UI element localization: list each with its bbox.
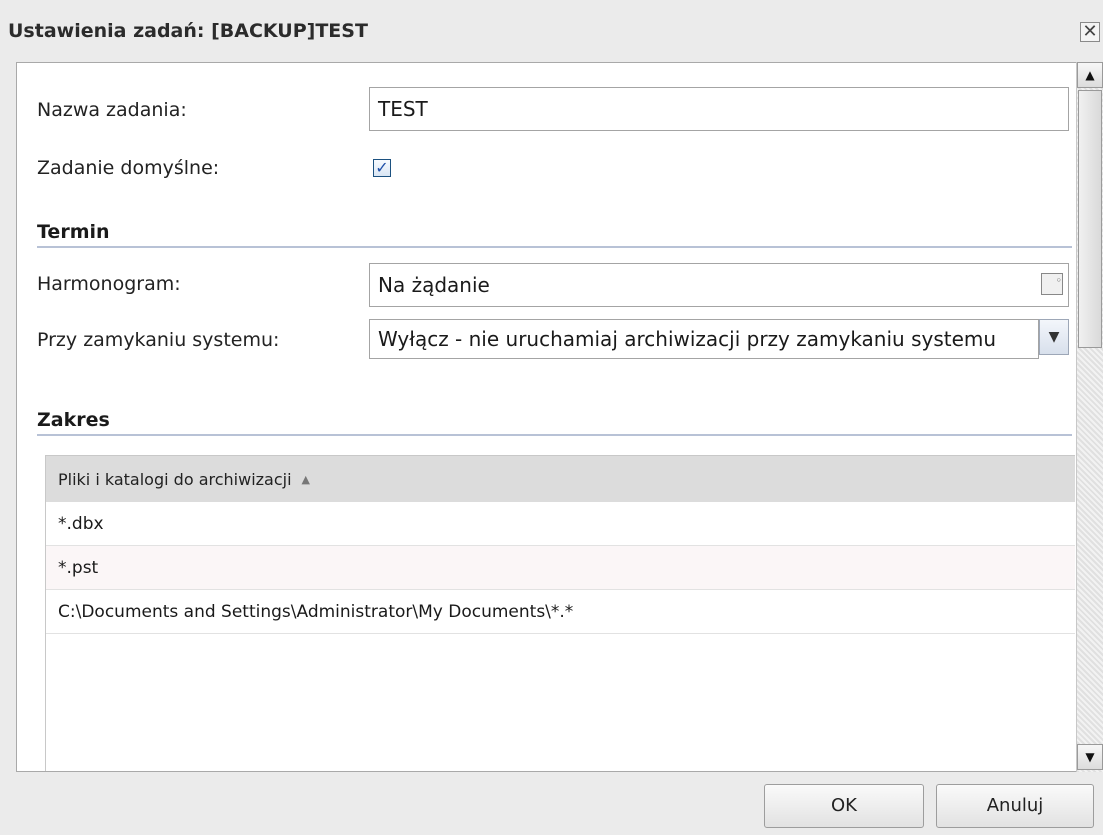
table-row[interactable]: C:\Documents and Settings\Administrator\… [46, 590, 1075, 634]
schedule-field[interactable]: Na żądanie [369, 263, 1069, 307]
shutdown-value: Wyłącz - nie uruchamiaj archiwizacji prz… [378, 327, 997, 351]
section-zakres-heading: Zakres [37, 409, 110, 431]
column-header-label: Pliki i katalogi do archiwizacji [58, 469, 292, 489]
grid-column-header[interactable]: Pliki i katalogi do archiwizacji ▲ [46, 456, 1075, 502]
ok-button[interactable]: OK [764, 784, 924, 828]
calendar-icon[interactable]: ◦ [1041, 273, 1063, 295]
shutdown-select[interactable]: Wyłącz - nie uruchamiaj archiwizacji prz… [369, 319, 1039, 359]
sort-up-icon: ▲ [301, 472, 310, 486]
section-termin-divider [37, 246, 1072, 248]
schedule-label: Harmonogram: [37, 273, 181, 295]
settings-panel: Nazwa zadania: TEST Zadanie domyślne: ✓ … [16, 62, 1076, 772]
schedule-value: Na żądanie [378, 273, 490, 297]
shutdown-label: Przy zamykaniu systemu: [37, 329, 280, 351]
section-zakres-divider [37, 434, 1072, 436]
scroll-up-icon[interactable]: ▲ [1077, 62, 1103, 88]
default-task-label: Zadanie domyślne: [37, 157, 220, 179]
window-title: Ustawienia zadań: [BACKUP]TEST [8, 20, 368, 42]
table-row[interactable]: *.pst [46, 546, 1075, 590]
chevron-down-icon[interactable]: ▼ [1039, 319, 1069, 355]
task-name-input[interactable]: TEST [369, 87, 1069, 131]
default-task-checkbox[interactable]: ✓ [373, 159, 391, 177]
cancel-button[interactable]: Anuluj [936, 784, 1094, 828]
files-grid: Pliki i katalogi do archiwizacji ▲ *.dbx… [45, 455, 1075, 771]
scroll-down-icon[interactable]: ▼ [1077, 744, 1103, 770]
title-bar: Ustawienia zadań: [BACKUP]TEST ✕ [0, 0, 1103, 62]
vertical-scrollbar[interactable]: ▲ ▼ [1076, 62, 1103, 772]
scroll-thumb[interactable] [1078, 90, 1102, 348]
task-name-label: Nazwa zadania: [37, 99, 187, 121]
table-row[interactable]: *.dbx [46, 502, 1075, 546]
close-icon[interactable]: ✕ [1080, 22, 1100, 42]
section-termin-heading: Termin [37, 221, 110, 243]
